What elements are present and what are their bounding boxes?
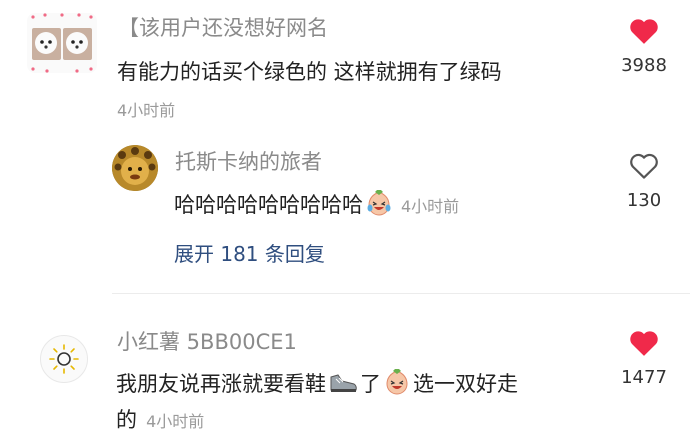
reply-time: 4小时前 (401, 197, 460, 216)
comment-time: 4小时前 (117, 101, 176, 120)
crying-laughing-emoji-icon (367, 190, 391, 216)
comment-text-part: 的 (116, 408, 137, 432)
comment-text-part: 选一双好走 (413, 372, 518, 396)
like-count: 3988 (621, 55, 667, 76)
sun-icon (49, 344, 79, 374)
avatar[interactable] (40, 335, 88, 383)
reply-like-button[interactable] (609, 150, 679, 180)
reply-item: 托斯卡纳的旅者 哈哈哈哈哈哈哈哈哈 4小时前 130 (0, 140, 690, 230)
comment-username[interactable]: 小红薯 5BB00CE1 (117, 326, 297, 356)
comment-item: 【该用户还没想好网名 有能力的话买个绿色的 这样就拥有了绿码 4小时前 3988… (0, 0, 690, 290)
heart-filled-icon (630, 19, 658, 44)
heart-filled-icon (630, 331, 658, 356)
comment-text: 我朋友说再涨就要看鞋 了 选一双好走 (116, 368, 518, 398)
reply-like-count: 130 (626, 190, 662, 211)
divider (112, 293, 690, 294)
reply-text: 哈哈哈哈哈哈哈哈哈 (174, 193, 363, 217)
like-count: 1477 (621, 367, 667, 388)
comment-username[interactable]: 【该用户还没想好网名 (118, 12, 328, 42)
reply-avatar[interactable] (112, 145, 158, 191)
heart-outline-icon (630, 153, 658, 179)
comment-time: 4小时前 (146, 412, 205, 431)
reply-body: 哈哈哈哈哈哈哈哈哈 4小时前 (174, 189, 459, 219)
crying-laughing-emoji-icon (386, 369, 408, 395)
comment-text-part: 了 (360, 372, 381, 396)
shoe-emoji-icon (330, 374, 357, 392)
like-button[interactable] (609, 15, 679, 45)
reply-username[interactable]: 托斯卡纳的旅者 (175, 146, 322, 176)
avatar[interactable] (27, 13, 97, 73)
comment-text-part: 我朋友说再涨就要看鞋 (116, 372, 326, 396)
comment-item: 小红薯 5BB00CE1 我朋友说再涨就要看鞋 了 选一双好走 的 4小时前 1… (0, 295, 690, 439)
comment-text-line2: 的 4小时前 (116, 404, 204, 434)
expand-replies-link[interactable]: 展开 181 条回复 (174, 238, 325, 267)
like-button[interactable] (609, 327, 679, 357)
comment-text: 有能力的话买个绿色的 这样就拥有了绿码 (117, 60, 502, 84)
